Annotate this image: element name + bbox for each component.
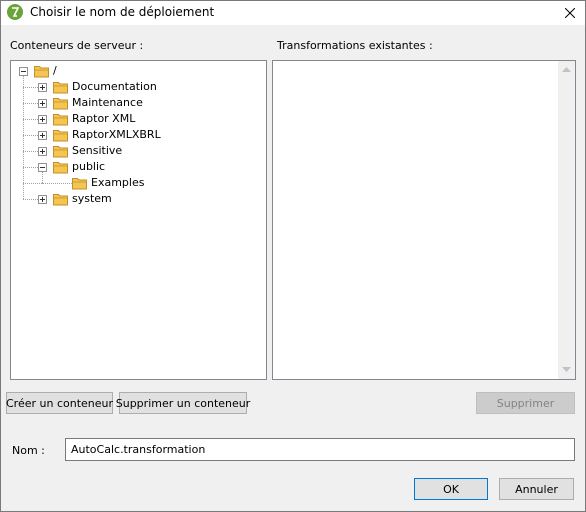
- scroll-up-icon[interactable]: [562, 67, 571, 72]
- tree-connector-line: [42, 172, 43, 183]
- collapse-toggle-icon[interactable]: [19, 67, 28, 76]
- tree-item-label: Raptor XML: [72, 112, 136, 125]
- folder-icon: [53, 145, 69, 158]
- close-button[interactable]: [555, 1, 585, 25]
- server-containers-tree[interactable]: / Documentation Maintenance Raptor XML Rapto…: [10, 60, 267, 380]
- expand-toggle-icon[interactable]: [38, 195, 47, 204]
- expand-toggle-icon[interactable]: [38, 115, 47, 124]
- name-label: Nom :: [12, 444, 45, 457]
- delete-button[interactable]: Supprimer: [476, 392, 575, 414]
- tree-item-label: Maintenance: [72, 96, 143, 109]
- tree-item-label: Examples: [91, 176, 145, 189]
- tree-connector-line: [23, 183, 42, 184]
- vertical-scrollbar[interactable]: [558, 61, 575, 379]
- tree-item[interactable]: [11, 111, 266, 127]
- existing-transformations-label: Transformations existantes :: [277, 39, 433, 52]
- tree-item[interactable]: [11, 143, 266, 159]
- folder-icon: [53, 113, 69, 126]
- delete-container-button[interactable]: Supprimer un conteneur: [116, 392, 250, 414]
- tree-item-label: RaptorXMLXBRL: [72, 128, 161, 141]
- server-containers-label: Conteneurs de serveur :: [10, 39, 144, 52]
- folder-icon: [53, 81, 69, 94]
- create-container-button[interactable]: Créer un conteneur: [6, 392, 113, 414]
- expand-toggle-icon[interactable]: [38, 131, 47, 140]
- tree-item[interactable]: [11, 191, 266, 207]
- folder-icon: [53, 97, 69, 110]
- tree-item[interactable]: [11, 159, 266, 175]
- window-title: Choisir le nom de déploiement: [30, 5, 215, 19]
- folder-icon: [53, 129, 69, 142]
- folder-icon: [53, 193, 69, 206]
- tree-item-label: /: [53, 64, 57, 77]
- ok-button[interactable]: OK: [414, 478, 488, 500]
- tree-item-label: system: [72, 192, 112, 205]
- tree-item-label: Sensitive: [72, 144, 123, 157]
- cancel-button[interactable]: Annuler: [499, 478, 574, 500]
- name-input[interactable]: AutoCalc.transformation: [65, 438, 575, 461]
- close-icon: [565, 8, 575, 18]
- app-logo-icon: [7, 4, 23, 20]
- folder-open-icon: [53, 161, 69, 174]
- expand-toggle-icon[interactable]: [38, 147, 47, 156]
- collapse-toggle-icon[interactable]: [38, 163, 47, 172]
- expand-toggle-icon[interactable]: [38, 99, 47, 108]
- tree-item-label: Documentation: [72, 80, 157, 93]
- scroll-down-icon[interactable]: [562, 367, 571, 372]
- tree-item-label: public: [72, 160, 106, 173]
- folder-icon: [72, 177, 88, 190]
- folder-open-icon: [34, 65, 50, 78]
- tree-connector-line: [42, 183, 72, 184]
- existing-transformations-list[interactable]: [272, 60, 576, 380]
- expand-toggle-icon[interactable]: [38, 83, 47, 92]
